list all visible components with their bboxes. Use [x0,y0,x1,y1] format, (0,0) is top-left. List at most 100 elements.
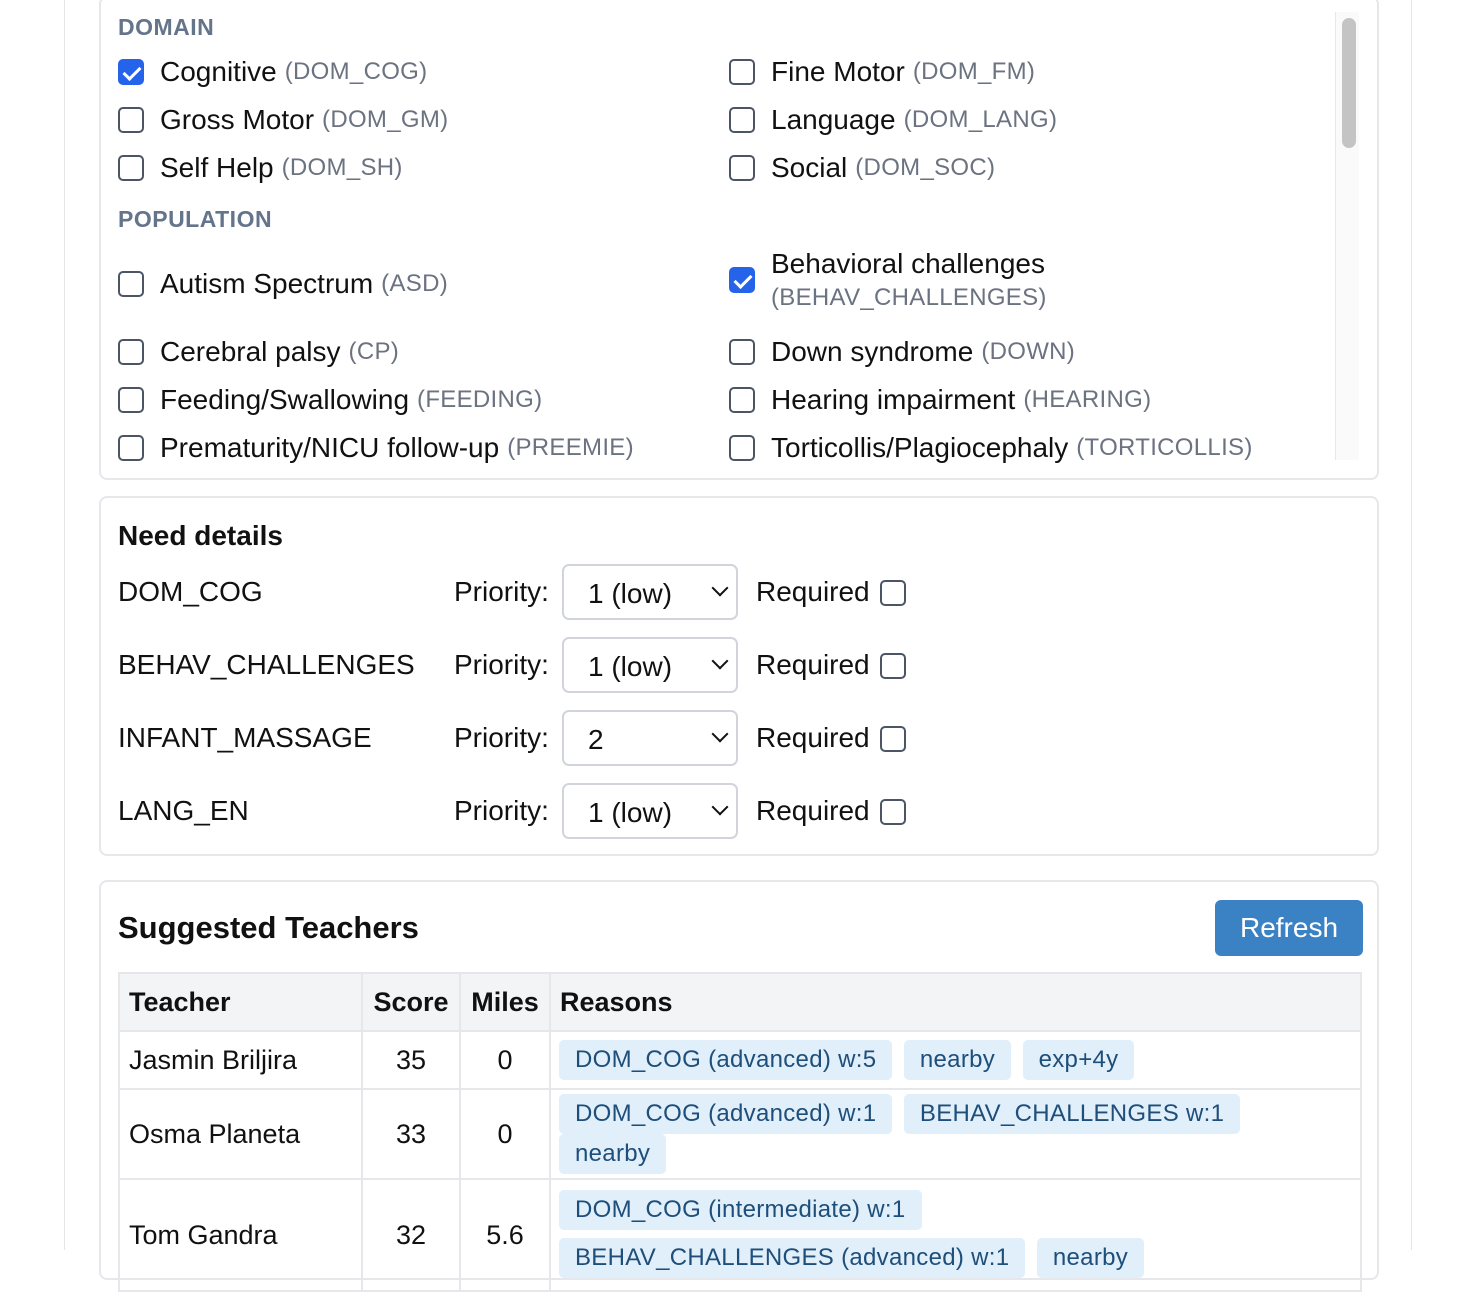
table-row[interactable]: Tom Gandra 32 5.6 DOM_COG (intermediate)… [118,1178,1362,1292]
table-row[interactable]: Osma Planeta 33 0 DOM_COG (advanced) w:1… [118,1088,1362,1180]
teacher-name: Tom Gandra [118,1178,363,1292]
option-cerebral-palsy[interactable]: Cerebral palsy (CP) [118,336,399,368]
option-code: (DOM_LANG) [903,106,1058,133]
checkbox-fine-motor[interactable] [729,59,755,85]
option-code: (CP) [348,338,400,365]
priority-value: 1 (low) [588,651,673,682]
teacher-score: 33 [361,1088,461,1180]
refresh-button[interactable]: Refresh [1215,900,1363,956]
option-code: (DOM_SH) [281,154,403,181]
reason-chip: BEHAV_CHALLENGES w:1 [903,1094,1241,1134]
domain-heading: DOMAIN [118,14,215,40]
option-label: Torticollis/Plagiocephaly [771,432,1069,463]
suggested-teachers-title: Suggested Teachers [118,910,419,945]
priority-label: Priority: [454,795,549,826]
option-language[interactable]: Language (DOM_LANG) [729,104,1057,136]
suggested-teachers-panel: Suggested Teachers Refresh Teacher Score… [99,880,1379,1292]
required-checkbox[interactable] [880,580,906,606]
priority-select[interactable]: 1 (low) [562,564,738,620]
checkbox-gross-motor[interactable] [118,107,144,133]
need-row: BEHAV_CHALLENGES Priority: 1 (low) Requi… [118,637,1018,693]
chevron-down-icon [711,652,729,670]
priority-value: 2 [588,724,604,755]
reason-chip: nearby [559,1134,667,1174]
teacher-score: 32 [361,1178,461,1292]
option-label: Prematurity/NICU follow-up [160,432,500,463]
required-checkbox[interactable] [880,726,906,752]
priority-value: 1 (low) [588,797,673,828]
table-header-row: Teacher Score Miles Reasons [118,972,1362,1032]
reason-chip: exp+4y [1022,1040,1135,1080]
option-code: (ASD) [381,270,449,297]
checkbox-self-help[interactable] [118,155,144,181]
option-code: (DOM_GM) [322,106,449,133]
need-tag: LANG_EN [118,795,249,826]
option-label: Cognitive [160,56,277,87]
priority-label: Priority: [454,649,549,680]
page-container: DOMAIN Cognitive (DOM_COG) Fine Motor (D… [64,0,1412,1292]
checkbox-hearing[interactable] [729,387,755,413]
checkbox-behavioral[interactable] [729,267,755,293]
chevron-down-icon [711,725,729,743]
option-label: Cerebral palsy [160,336,341,367]
teacher-miles: 5.6 [459,1178,551,1292]
option-label: Hearing impairment [771,384,1016,415]
column-header-teacher[interactable]: Teacher [118,972,363,1032]
option-down-syndrome[interactable]: Down syndrome (DOWN) [729,336,1075,368]
checkbox-prematurity[interactable] [118,435,144,461]
option-gross-motor[interactable]: Gross Motor (DOM_GM) [118,104,448,136]
table-row[interactable]: Jasmin Briljira 35 0 DOM_COG (advanced) … [118,1030,1362,1090]
need-row: INFANT_MASSAGE Priority: 2 Required [118,710,1018,766]
priority-select[interactable]: 1 (low) [562,783,738,839]
checkbox-social[interactable] [729,155,755,181]
need-details-title: Need details [118,520,283,551]
option-code: (FEEDING) [417,386,543,413]
column-header-miles[interactable]: Miles [459,972,551,1032]
option-fine-motor[interactable]: Fine Motor (DOM_FM) [729,56,1035,88]
tag-picker-panel[interactable]: DOMAIN Cognitive (DOM_COG) Fine Motor (D… [99,0,1379,480]
checkbox-cerebral-palsy[interactable] [118,339,144,365]
checkbox-cognitive[interactable] [118,59,144,85]
need-details-panel: Need details DOM_COG Priority: 1 (low) R… [99,496,1379,856]
option-self-help[interactable]: Self Help (DOM_SH) [118,152,403,184]
tag-picker-scroll-area[interactable]: DOMAIN Cognitive (DOM_COG) Fine Motor (D… [118,0,1333,464]
column-header-score[interactable]: Score [361,972,461,1032]
option-label: Fine Motor [771,56,905,87]
required-label: Required [756,722,870,753]
option-behavioral[interactable]: Behavioral challenges (BEHAV_CHALLENGES) [729,248,1047,312]
checkbox-torticollis[interactable] [729,435,755,461]
required-checkbox[interactable] [880,799,906,825]
option-code: (TORTICOLLIS) [1076,434,1253,461]
scrollbar[interactable] [1335,12,1359,460]
required-label: Required [756,649,870,680]
chevron-down-icon [711,579,729,597]
option-code: (PREEMIE) [507,434,634,461]
option-torticollis[interactable]: Torticollis/Plagiocephaly (TORTICOLLIS) [729,432,1253,464]
option-code: (HEARING) [1023,386,1152,413]
option-prematurity[interactable]: Prematurity/NICU follow-up (PREEMIE) [118,432,634,464]
population-heading: POPULATION [118,206,273,232]
teacher-reasons: DOM_COG (advanced) w:1 BEHAV_CHALLENGES … [549,1088,1362,1180]
option-feeding[interactable]: Feeding/Swallowing (FEEDING) [118,384,542,416]
option-cognitive[interactable]: Cognitive (DOM_COG) [118,56,427,88]
option-code: (BEHAV_CHALLENGES) [771,284,1047,311]
checkbox-down-syndrome[interactable] [729,339,755,365]
reason-chip: nearby [903,1040,1012,1080]
option-hearing[interactable]: Hearing impairment (HEARING) [729,384,1151,416]
option-social[interactable]: Social (DOM_SOC) [729,152,995,184]
required-checkbox[interactable] [880,653,906,679]
option-autism[interactable]: Autism Spectrum (ASD) [118,268,448,300]
priority-select[interactable]: 2 [562,710,738,766]
need-row: DOM_COG Priority: 1 (low) Required [118,564,1018,620]
priority-select[interactable]: 1 (low) [562,637,738,693]
suggested-teachers-table: Teacher Score Miles Reasons Jasmin Brilj… [118,972,1362,1292]
checkbox-language[interactable] [729,107,755,133]
checkbox-autism[interactable] [118,271,144,297]
reason-chip: DOM_COG (intermediate) w:1 [559,1190,922,1230]
checkbox-feeding[interactable] [118,387,144,413]
column-header-reasons[interactable]: Reasons [549,972,1362,1032]
teacher-name: Jasmin Briljira [118,1030,363,1090]
teacher-reasons: DOM_COG (intermediate) w:1 BEHAV_CHALLEN… [549,1178,1362,1292]
reason-chip: DOM_COG (advanced) w:5 [559,1040,893,1080]
scrollbar-thumb[interactable] [1342,18,1356,148]
